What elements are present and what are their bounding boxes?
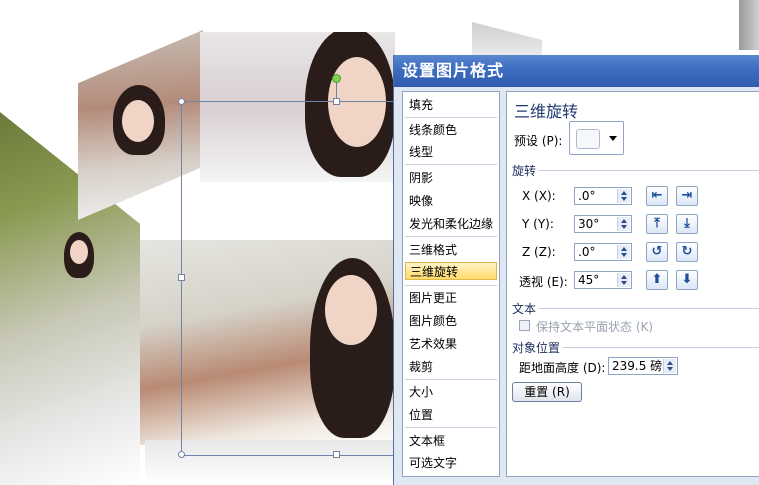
divider [405,164,497,165]
nav-item-reflection[interactable]: 映像 [409,192,433,210]
z-rotation-value: .0° [578,245,596,259]
text-group-label: 文本 [512,302,537,316]
spinner-arrows-icon[interactable] [663,359,676,373]
nav-item-alt-text[interactable]: 可选文字 [409,454,457,472]
perspective-increase-icon[interactable]: ⬆ [646,270,668,290]
resize-handle-bottom-left[interactable] [178,451,185,458]
preset-preview [576,129,600,149]
rotate-left-icon[interactable]: ⇤ [646,186,668,206]
x-rotation-stepper[interactable]: .0° [574,187,632,205]
spinner-arrows-icon[interactable] [617,189,630,203]
nav-item-shadow[interactable]: 阴影 [409,169,433,187]
nav-item-picture-color[interactable]: 图片颜色 [409,312,457,330]
resize-handle-top-left[interactable] [178,98,185,105]
resize-handle-top[interactable] [333,98,340,105]
window-edge [739,0,759,50]
keep-text-flat-label: 保持文本平面状态 (K) [536,320,654,334]
object-position-group-label: 对象位置 [512,341,561,355]
tilt-up-icon[interactable]: ⤒ [646,214,668,234]
x-rotation-value: .0° [578,189,596,203]
rotate-right-icon[interactable]: ⇥ [676,186,698,206]
resize-handle-left[interactable] [178,274,185,281]
divider [405,427,497,428]
category-list: 填充 线条颜色 线型 阴影 映像 发光和柔化边缘 三维格式 三维旋转 图片更正 … [402,91,500,477]
photo-subject-face [122,100,154,142]
spinner-arrows-icon[interactable] [617,273,630,287]
spinner-arrows-icon[interactable] [617,245,630,259]
divider [405,236,497,237]
perspective-value: 45° [578,273,600,287]
distance-label: 距地面高度 (D): [519,361,606,375]
nav-item-artistic-effects[interactable]: 艺术效果 [409,335,457,353]
nav-item-line-color[interactable]: 线条颜色 [409,121,457,139]
preset-label: 预设 (P): [514,134,563,148]
selection-frame[interactable] [181,101,397,456]
preset-dropdown[interactable] [569,121,624,155]
resize-handle-bottom[interactable] [333,451,340,458]
y-rotation-stepper[interactable]: 30° [574,215,632,233]
rotate-ccw-icon[interactable]: ↺ [646,242,668,262]
keep-text-flat-checkbox[interactable] [519,320,530,331]
rotation-settings-panel: 三维旋转 预设 (P): 旋转 X (X): .0° ⇤ ⇥ Y (Y): 30… [506,91,759,477]
perspective-stepper[interactable]: 45° [574,271,632,289]
section-title: 三维旋转 [514,102,579,121]
dialog-title[interactable]: 设置图片格式 [394,55,759,87]
nav-item-text-box[interactable]: 文本框 [409,432,445,450]
reset-button[interactable]: 重置 (R) [512,382,582,402]
rotation-handle[interactable] [332,74,341,83]
nav-item-3d-rotation[interactable]: 三维旋转 [405,262,497,280]
nav-item-line-style[interactable]: 线型 [409,143,433,161]
divider [539,170,759,171]
rotate-cw-icon[interactable]: ↻ [676,242,698,262]
z-rotation-stepper[interactable]: .0° [574,243,632,261]
photo-subject-face [70,240,88,264]
divider [405,117,497,118]
z-label: Z (Z): [522,245,556,259]
y-label: Y (Y): [522,217,554,231]
nav-item-position[interactable]: 位置 [409,406,433,424]
nav-item-glow-soft-edges[interactable]: 发光和柔化边缘 [409,215,493,233]
divider [405,285,497,286]
distance-stepper[interactable]: 239.5 磅 [608,357,678,375]
rotation-group-label: 旋转 [512,164,537,178]
distance-value: 239.5 磅 [612,359,663,373]
tilt-down-icon[interactable]: ⤓ [676,214,698,234]
format-picture-dialog: 设置图片格式 填充 线条颜色 线型 阴影 映像 发光和柔化边缘 三维格式 三维旋… [393,55,759,485]
nav-item-fill[interactable]: 填充 [409,96,433,114]
nav-item-crop[interactable]: 裁剪 [409,358,433,376]
spinner-arrows-icon[interactable] [617,217,630,231]
perspective-decrease-icon[interactable]: ⬇ [676,270,698,290]
divider [539,308,759,309]
divider [405,379,497,380]
perspective-label: 透视 (E): [519,275,568,289]
x-label: X (X): [522,189,556,203]
nav-item-picture-corrections[interactable]: 图片更正 [409,289,457,307]
nav-item-3d-format[interactable]: 三维格式 [409,241,457,259]
nav-item-size[interactable]: 大小 [409,383,433,401]
divider [563,347,759,348]
chevron-down-icon [609,136,617,141]
y-rotation-value: 30° [578,217,600,231]
